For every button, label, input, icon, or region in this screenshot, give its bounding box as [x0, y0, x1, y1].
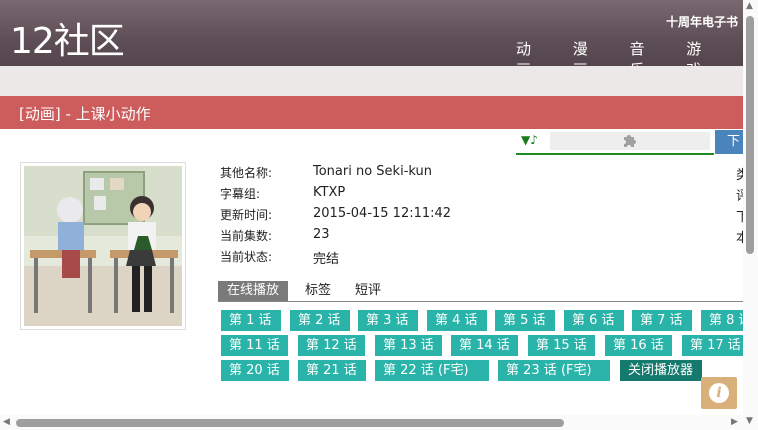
- vertical-scrollbar[interactable]: ▲ ▼: [743, 0, 758, 430]
- episode-button[interactable]: 第 17 话: [682, 335, 743, 356]
- horizontal-scroll-thumb[interactable]: [16, 419, 564, 427]
- episode-button[interactable]: 第 4 话: [427, 310, 487, 331]
- episode-button[interactable]: 第 15 话: [528, 335, 595, 356]
- episode-button[interactable]: 第 16 话: [605, 335, 672, 356]
- episode-button[interactable]: 第 23 话 (F宅): [498, 360, 610, 381]
- vertical-scroll-thumb[interactable]: [746, 16, 754, 254]
- horizontal-scrollbar[interactable]: ◀ ▶: [0, 415, 743, 430]
- scroll-left-arrow-icon[interactable]: ◀: [3, 417, 10, 427]
- episode-button[interactable]: 第 5 话: [495, 310, 555, 331]
- episode-button[interactable]: 第 21 话: [298, 360, 366, 381]
- scroll-down-arrow-icon[interactable]: ▼: [746, 416, 753, 426]
- episode-button[interactable]: 第 12 话: [298, 335, 365, 356]
- info-button[interactable]: i: [701, 377, 737, 409]
- episode-button[interactable]: 第 3 话: [358, 310, 418, 331]
- episode-button[interactable]: 第 1 话: [221, 310, 281, 331]
- episode-button[interactable]: 第 20 话: [221, 360, 289, 381]
- episode-button[interactable]: 第 11 话: [221, 335, 288, 356]
- close-player-button[interactable]: 关闭播放器: [620, 360, 702, 381]
- episode-button[interactable]: 第 2 话: [290, 310, 350, 331]
- episode-button[interactable]: 第 6 话: [564, 310, 624, 331]
- scroll-up-arrow-icon[interactable]: ▲: [746, 1, 753, 11]
- episode-button[interactable]: 第 22 话 (F宅): [375, 360, 489, 381]
- scroll-right-arrow-icon[interactable]: ▶: [731, 417, 738, 427]
- info-icon: i: [709, 383, 729, 403]
- episode-button[interactable]: 第 14 话: [451, 335, 518, 356]
- episode-button[interactable]: 第 8 话: [701, 310, 743, 331]
- episode-button[interactable]: 第 13 话: [375, 335, 442, 356]
- episode-list: 第 1 话 第 2 话 第 3 话 第 4 话 第 5 话 第 6 话 第 7 …: [0, 0, 743, 430]
- episode-button[interactable]: 第 7 话: [632, 310, 692, 331]
